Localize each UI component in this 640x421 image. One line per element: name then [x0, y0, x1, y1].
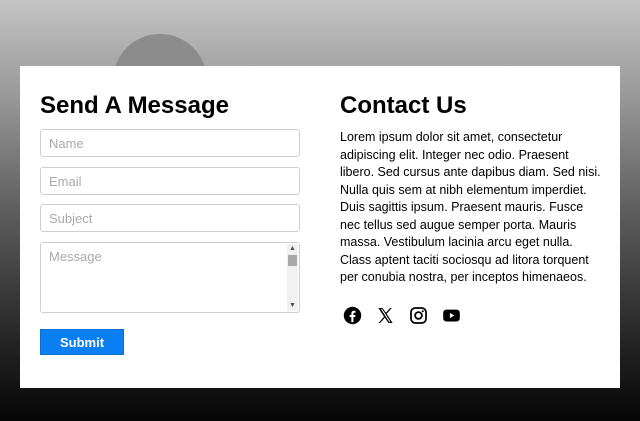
social-links: [343, 306, 461, 325]
contact-card: Send A Message ▲ ▼ Submit Contact Us Lor…: [20, 66, 620, 388]
email-input[interactable]: [40, 167, 300, 195]
scroll-down-icon[interactable]: ▼: [287, 301, 298, 311]
contact-us-title: Contact Us: [340, 92, 467, 119]
youtube-icon[interactable]: [442, 306, 461, 325]
name-input[interactable]: [40, 129, 300, 157]
subject-input[interactable]: [40, 204, 300, 232]
message-field: ▲ ▼: [40, 242, 300, 313]
send-message-title: Send A Message: [40, 92, 229, 119]
facebook-icon[interactable]: [343, 306, 362, 325]
message-textarea[interactable]: [41, 243, 287, 312]
instagram-icon[interactable]: [409, 306, 428, 325]
scroll-thumb[interactable]: [288, 255, 297, 266]
contact-description: Lorem ipsum dolor sit amet, consectetur …: [340, 130, 601, 284]
message-scrollbar[interactable]: ▲ ▼: [287, 244, 298, 311]
x-icon[interactable]: [376, 306, 395, 325]
scroll-up-icon[interactable]: ▲: [287, 244, 298, 254]
submit-button[interactable]: Submit: [40, 329, 124, 355]
